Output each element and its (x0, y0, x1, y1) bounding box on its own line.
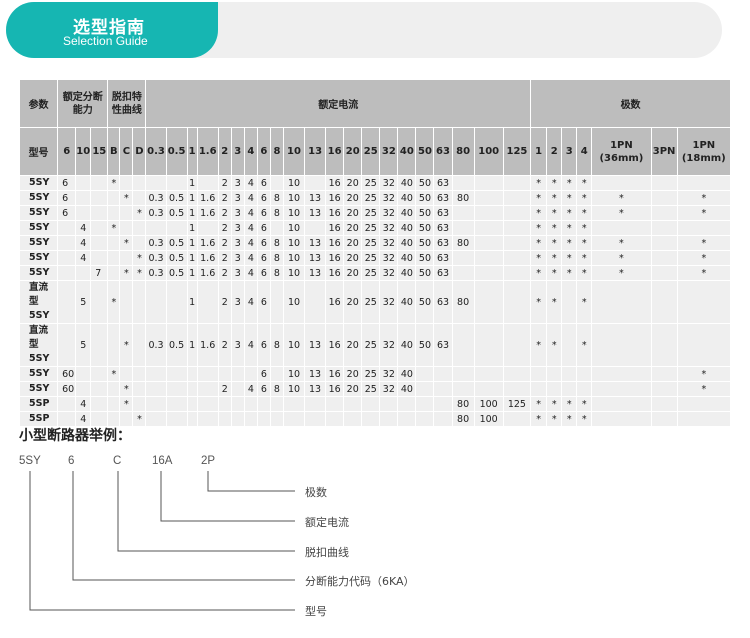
label-rated-current: 额定电流 (305, 516, 349, 529)
label-poles: 极数 (305, 486, 327, 499)
label-model: 型号 (305, 605, 327, 618)
label-trip-curve: 脱扣曲线 (305, 546, 349, 559)
connector-curve (117, 471, 295, 552)
page: 选型指南 Selection Guide 参数 额定分断能力 脱扣特性曲线 额定… (0, 0, 750, 638)
connector-poles (207, 471, 295, 492)
connector-lines (29, 471, 295, 611)
connector-current (160, 471, 295, 522)
connector-breaking (72, 471, 295, 581)
label-breaking-code: 分断能力代码（6KA） (305, 575, 415, 588)
connector-model (29, 471, 295, 611)
